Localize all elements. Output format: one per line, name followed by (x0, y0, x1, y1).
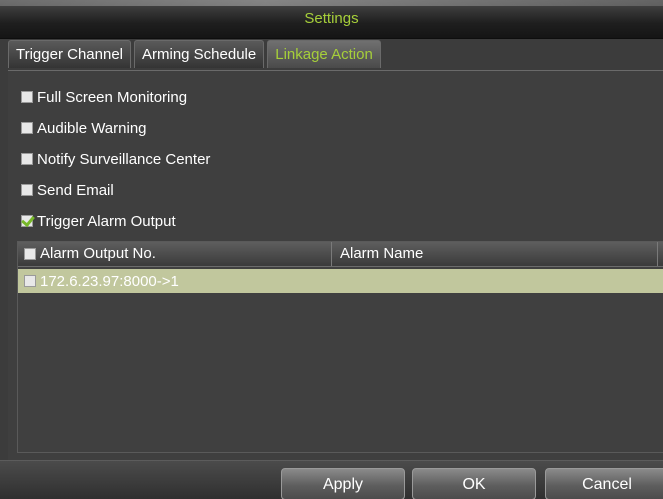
option-audible-warning[interactable]: Audible Warning (21, 118, 147, 138)
notify-surveillance-center-label: Notify Surveillance Center (37, 150, 211, 168)
audible-warning-label: Audible Warning (37, 119, 147, 137)
row-alarm-output-no: 172.6.23.97:8000->1 (40, 272, 179, 290)
column-header-alarm-name[interactable]: Alarm Name (340, 242, 423, 266)
audible-warning-checkbox[interactable] (21, 122, 33, 134)
apply-button[interactable]: Apply (281, 468, 405, 499)
notify-surveillance-center-checkbox[interactable] (21, 153, 33, 165)
settings-dialog: Settings Trigger Channel Arming Schedule… (0, 0, 663, 499)
tab-bar: Trigger Channel Arming Schedule Linkage … (8, 40, 381, 70)
dialog-title: Settings (304, 10, 359, 27)
row-checkbox[interactable] (24, 275, 36, 287)
alarm-output-table: Alarm Output No. Alarm Name 172.6.23.97:… (17, 241, 663, 453)
option-full-screen-monitoring[interactable]: Full Screen Monitoring (21, 87, 187, 107)
option-send-email[interactable]: Send Email (21, 180, 114, 200)
table-row[interactable]: 172.6.23.97:8000->1 (18, 269, 663, 293)
option-notify-surveillance-center[interactable]: Notify Surveillance Center (21, 149, 210, 169)
tab-arming-schedule[interactable]: Arming Schedule (134, 40, 265, 68)
button-bar: Apply OK Cancel (0, 460, 663, 499)
column-header-alarm-output-no[interactable]: Alarm Output No. (24, 242, 156, 266)
option-trigger-alarm-output[interactable]: Trigger Alarm Output (21, 211, 176, 231)
tab-linkage-action[interactable]: Linkage Action (267, 40, 381, 68)
full-screen-monitoring-checkbox[interactable] (21, 91, 33, 103)
ok-button[interactable]: OK (412, 468, 536, 499)
linkage-action-panel: Full Screen Monitoring Audible Warning N… (8, 70, 663, 461)
trigger-alarm-output-checkbox[interactable] (21, 215, 33, 227)
column-divider (657, 242, 658, 266)
table-header: Alarm Output No. Alarm Name (18, 242, 663, 267)
select-all-checkbox[interactable] (24, 248, 36, 260)
tab-trigger-channel[interactable]: Trigger Channel (8, 40, 131, 68)
column-label-alarm-output-no: Alarm Output No. (40, 245, 156, 262)
top-strip (0, 0, 663, 6)
trigger-alarm-output-label: Trigger Alarm Output (37, 212, 176, 230)
send-email-label: Send Email (37, 181, 114, 199)
full-screen-monitoring-label: Full Screen Monitoring (37, 88, 188, 106)
send-email-checkbox[interactable] (21, 184, 33, 196)
column-divider (331, 242, 332, 266)
title-bar: Settings (0, 0, 663, 39)
cancel-button[interactable]: Cancel (545, 468, 663, 499)
